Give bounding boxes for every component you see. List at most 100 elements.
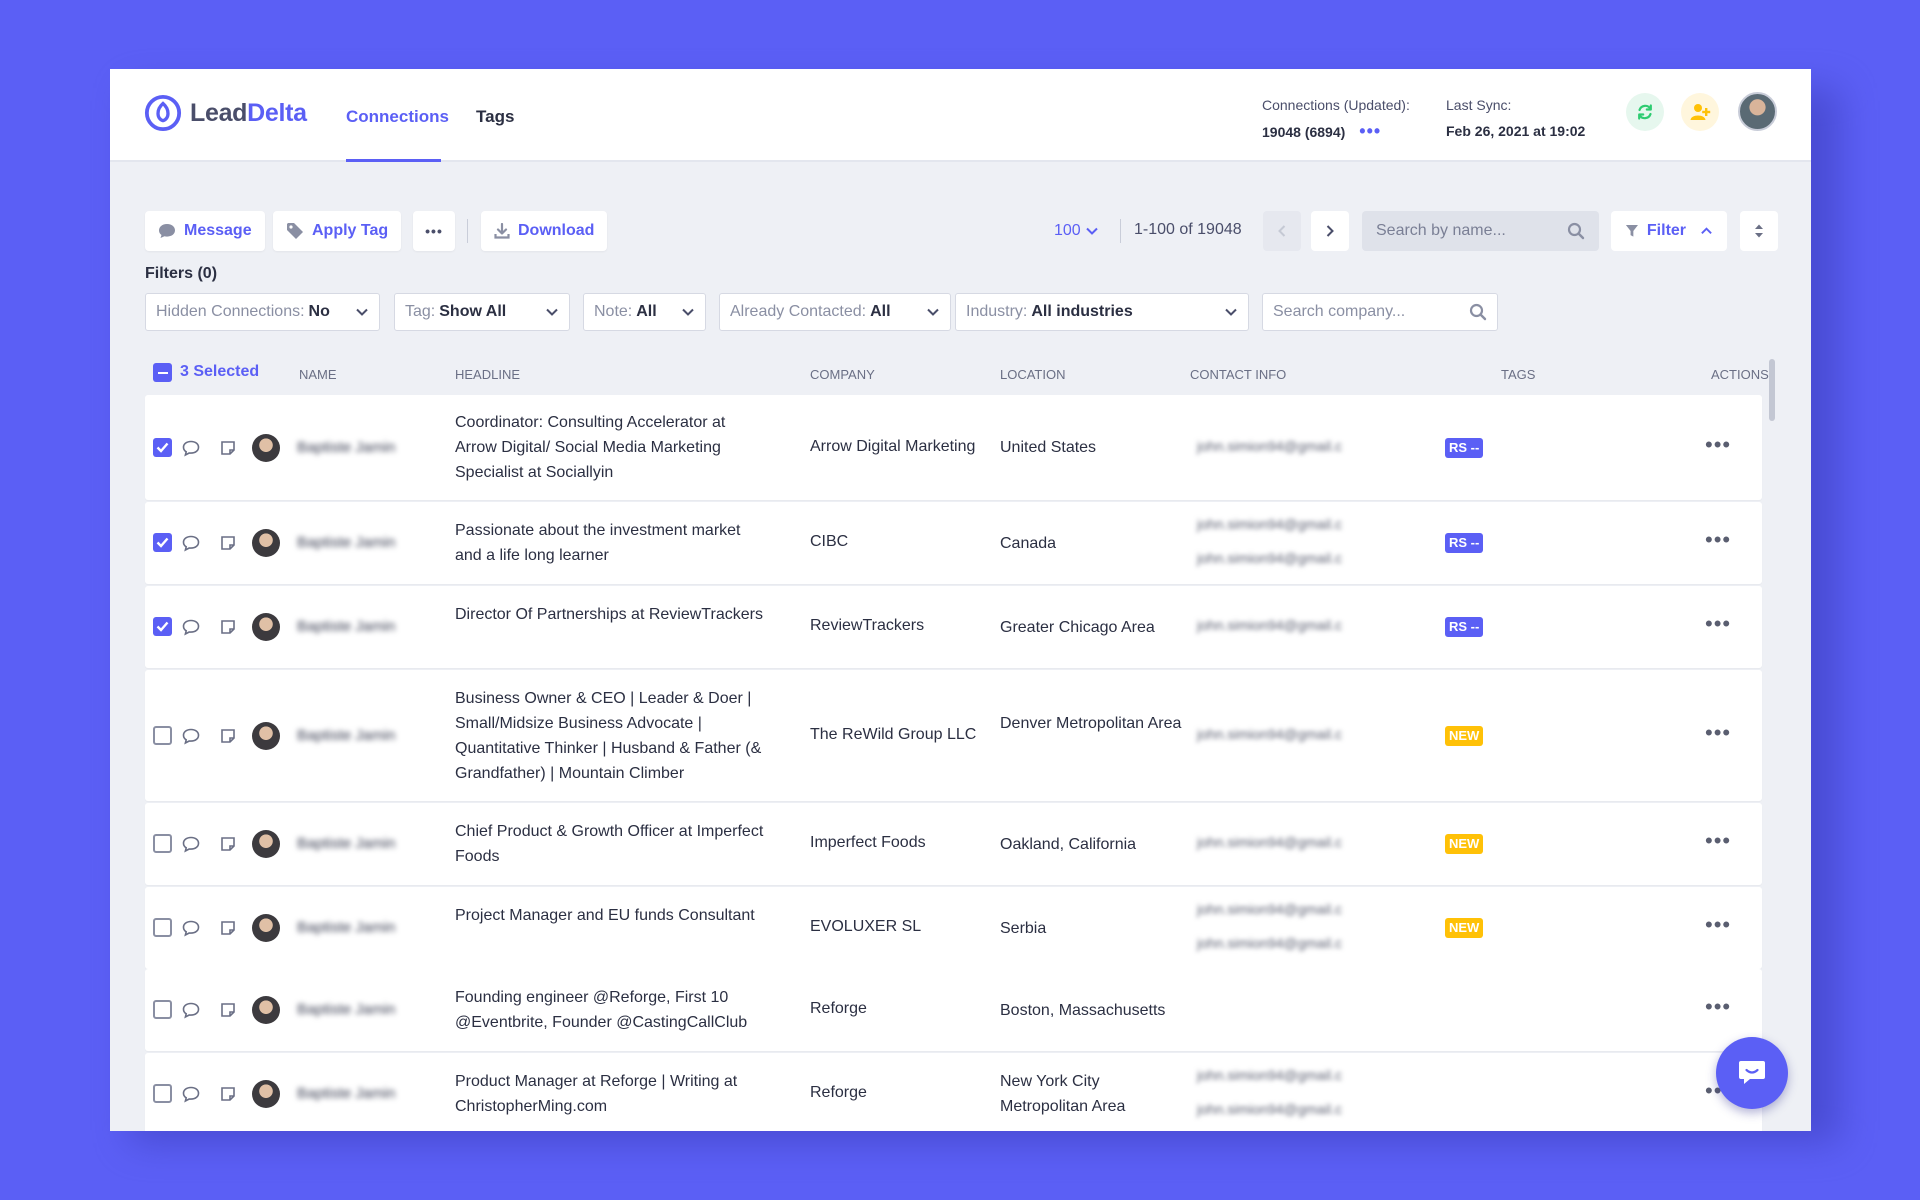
contact-email[interactable]: john.simion94@gmail.c [1197, 834, 1342, 850]
connection-name[interactable]: Baptiste Jamin [297, 618, 395, 635]
select-all-checkbox[interactable] [153, 363, 172, 382]
connection-name[interactable]: Baptiste Jamin [297, 1001, 395, 1018]
contact-email[interactable]: john.simion94@gmail.c [1197, 726, 1342, 742]
connections-more-icon[interactable]: ••• [1359, 121, 1381, 141]
name-search-input[interactable]: Search by name... [1362, 211, 1599, 251]
row-checkbox[interactable] [153, 617, 172, 636]
table-row[interactable]: Baptiste Jamin Product Manager at Reforg… [145, 1053, 1762, 1131]
table-row[interactable]: Baptiste Jamin Director Of Partnerships … [145, 586, 1762, 668]
message-icon[interactable] [182, 1002, 200, 1019]
row-tag[interactable]: NEW [1445, 918, 1484, 938]
row-checkbox[interactable] [153, 918, 172, 937]
row-tag[interactable]: RS -- [1445, 437, 1484, 458]
row-actions-button[interactable]: ••• [1705, 912, 1731, 938]
row-actions-button[interactable]: ••• [1705, 994, 1731, 1020]
row-tag[interactable]: RS -- [1445, 617, 1484, 637]
row-actions-button[interactable]: ••• [1705, 527, 1731, 553]
contact-email[interactable]: john.simion94@gmail.c [1197, 1101, 1342, 1117]
message-icon[interactable] [182, 836, 200, 853]
hidden-connections-filter[interactable]: Hidden Connections: No [145, 293, 380, 331]
table-row[interactable]: Baptiste Jamin Coordinator: Consulting A… [145, 395, 1762, 500]
sort-button[interactable] [1740, 211, 1778, 251]
avatar[interactable] [252, 996, 280, 1024]
avatar[interactable] [252, 721, 280, 750]
note-icon[interactable] [220, 1086, 236, 1102]
note-icon[interactable] [220, 440, 236, 456]
row-actions-button[interactable]: ••• [1705, 611, 1731, 637]
table-row[interactable]: Baptiste Jamin Passionate about the inve… [145, 502, 1762, 584]
message-icon[interactable] [182, 440, 200, 457]
support-chat-button[interactable] [1716, 1037, 1788, 1109]
note-icon[interactable] [220, 1002, 236, 1018]
table-row[interactable]: Baptiste Jamin Project Manager and EU fu… [145, 887, 1762, 969]
table-row[interactable]: Baptiste Jamin Chief Product & Growth Of… [145, 803, 1762, 885]
row-actions-button[interactable]: ••• [1705, 720, 1731, 746]
tag-filter[interactable]: Tag: Show All [394, 293, 570, 331]
company-search-input[interactable]: Search company... [1262, 293, 1498, 331]
chevron-down-icon [682, 308, 694, 316]
add-user-button[interactable] [1681, 93, 1719, 131]
industry-filter[interactable]: Industry: All industries [955, 293, 1249, 331]
contact-email[interactable]: john.simion94@gmail.c [1197, 935, 1342, 951]
connection-name[interactable]: Baptiste Jamin [297, 439, 395, 456]
contact-email[interactable]: john.simion94@gmail.c [1197, 550, 1342, 566]
row-checkbox[interactable] [153, 834, 172, 853]
note-icon[interactable] [220, 836, 236, 852]
note-icon[interactable] [220, 920, 236, 936]
avatar[interactable] [252, 830, 280, 858]
next-page-button[interactable] [1311, 211, 1349, 251]
row-actions-button[interactable]: ••• [1705, 828, 1731, 854]
message-button[interactable]: Message [145, 211, 265, 251]
row-actions-button[interactable]: ••• [1705, 432, 1731, 458]
chevron-down-icon [1085, 227, 1098, 235]
filter-toggle-button[interactable]: Filter [1611, 211, 1727, 251]
connection-name[interactable]: Baptiste Jamin [297, 919, 395, 936]
table-row[interactable]: Baptiste Jamin Business Owner & CEO | Le… [145, 670, 1762, 801]
row-checkbox[interactable] [153, 1000, 172, 1019]
sync-button[interactable] [1626, 93, 1664, 131]
per-page-select[interactable]: 100 [1054, 222, 1099, 240]
note-icon[interactable] [220, 728, 236, 744]
row-checkbox[interactable] [153, 533, 172, 552]
note-filter[interactable]: Note: All [583, 293, 706, 331]
contact-email[interactable]: john.simion94@gmail.c [1197, 516, 1342, 532]
message-icon[interactable] [182, 920, 200, 937]
prev-page-button[interactable] [1263, 211, 1301, 251]
avatar[interactable] [252, 433, 280, 462]
connection-name[interactable]: Baptiste Jamin [297, 727, 395, 744]
row-tag[interactable]: NEW [1445, 725, 1484, 746]
brand-logo[interactable]: LeadDelta [144, 94, 307, 132]
avatar[interactable] [252, 529, 280, 557]
message-icon[interactable] [182, 535, 200, 552]
per-page-value: 100 [1054, 222, 1081, 239]
contact-email[interactable]: john.simion94@gmail.c [1197, 438, 1342, 454]
avatar[interactable] [252, 1080, 280, 1108]
message-icon[interactable] [182, 1086, 200, 1103]
message-icon[interactable] [182, 619, 200, 636]
already-contacted-filter[interactable]: Already Contacted: All [719, 293, 951, 331]
connection-name[interactable]: Baptiste Jamin [297, 835, 395, 852]
avatar[interactable] [252, 613, 280, 641]
row-checkbox[interactable] [153, 1084, 172, 1103]
message-icon[interactable] [182, 728, 200, 745]
user-avatar[interactable] [1738, 92, 1777, 131]
avatar[interactable] [252, 914, 280, 942]
note-icon[interactable] [220, 619, 236, 635]
row-tag[interactable]: RS -- [1445, 533, 1484, 553]
table-row[interactable]: Baptiste Jamin Founding engineer @Reforg… [145, 969, 1762, 1051]
tab-connections[interactable]: Connections [346, 107, 449, 127]
contact-email[interactable]: john.simion94@gmail.c [1197, 901, 1342, 917]
download-button[interactable]: Download [481, 211, 608, 251]
scrollbar[interactable] [1769, 359, 1775, 421]
more-actions-button[interactable]: ••• [413, 211, 455, 251]
tab-tags[interactable]: Tags [476, 107, 514, 127]
contact-email[interactable]: john.simion94@gmail.c [1197, 1067, 1342, 1083]
connection-name[interactable]: Baptiste Jamin [297, 534, 395, 551]
apply-tag-button[interactable]: Apply Tag [273, 211, 402, 251]
contact-email[interactable]: john.simion94@gmail.c [1197, 617, 1342, 633]
note-icon[interactable] [220, 535, 236, 551]
row-checkbox[interactable] [153, 437, 172, 457]
connection-name[interactable]: Baptiste Jamin [297, 1085, 395, 1102]
row-checkbox[interactable] [153, 725, 172, 745]
row-tag[interactable]: NEW [1445, 834, 1484, 854]
